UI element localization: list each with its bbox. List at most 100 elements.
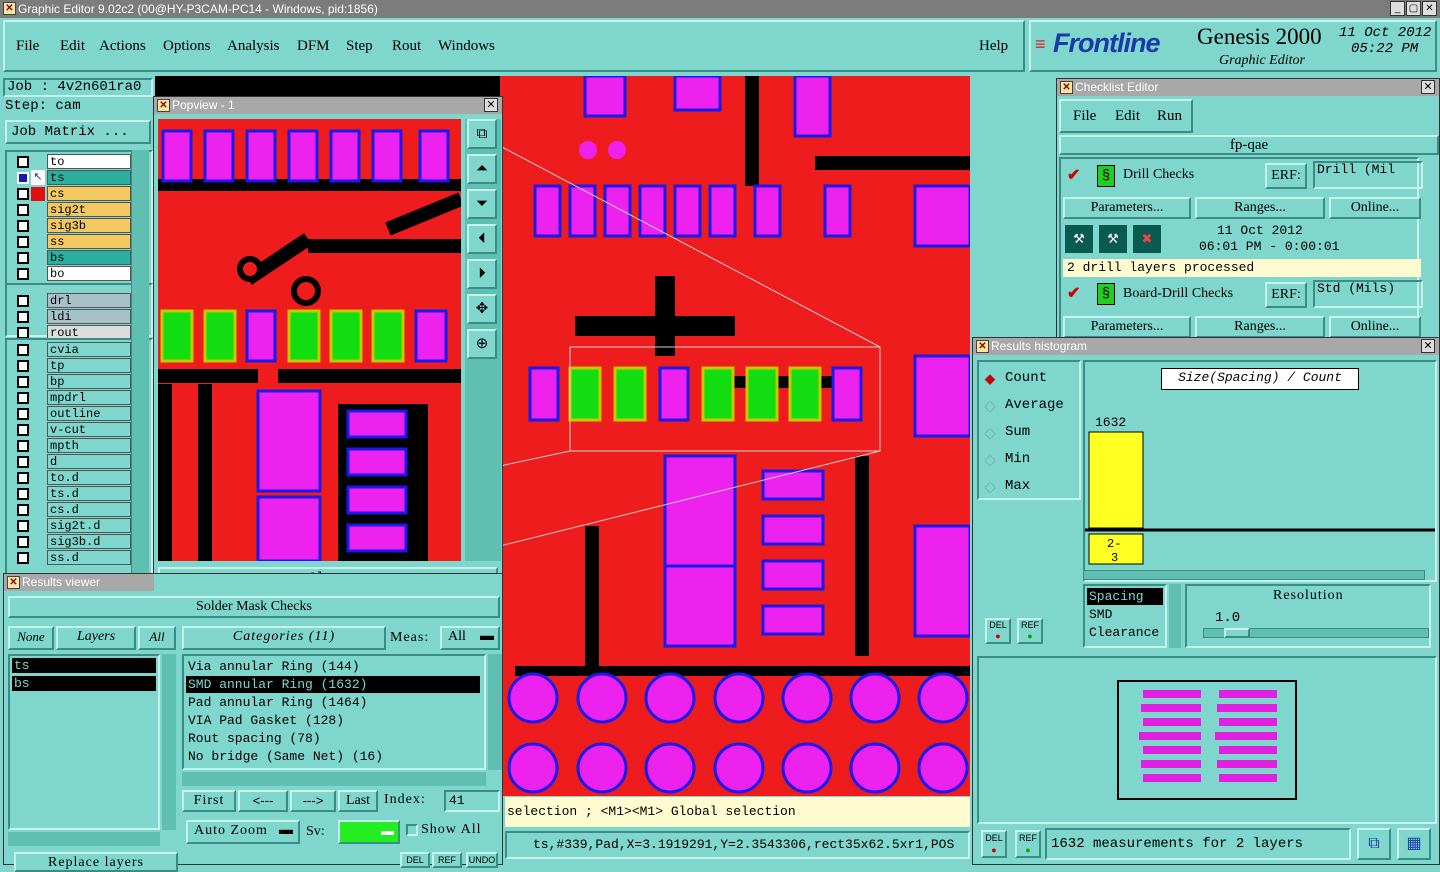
popview-close-icon[interactable]: ✕ (484, 98, 498, 112)
mode-min-radio[interactable]: ◆ Min (983, 449, 1079, 471)
layer-checkbox[interactable] (17, 252, 29, 264)
erf-value[interactable]: Std (Mils) (1313, 280, 1423, 308)
histogram-type-item[interactable]: SMD (1087, 606, 1163, 623)
layer-row-bp[interactable]: bp (15, 374, 131, 390)
erf-button[interactable]: ERF: (1265, 282, 1307, 308)
layer-checkbox[interactable] (17, 552, 29, 564)
overview-del-button[interactable]: DEL ● (981, 830, 1007, 858)
layer-row-bo[interactable]: bo (15, 266, 131, 282)
layer-row-sig3b[interactable]: sig3b (15, 218, 131, 234)
layer-checkbox[interactable] (17, 408, 29, 420)
minimize-button[interactable]: _ (1390, 1, 1405, 16)
check-mark-icon[interactable]: ✔ (1067, 283, 1080, 303)
menu-options[interactable]: Options (163, 38, 211, 55)
layer-name[interactable]: mpdrl (47, 390, 131, 405)
layer-name[interactable]: cs (47, 186, 131, 201)
layer-row-sig3b.d[interactable]: sig3b.d (15, 534, 131, 550)
layer-name[interactable]: d (47, 454, 131, 469)
histogram-type-item[interactable]: Spacing (1087, 588, 1163, 605)
layer-checkbox[interactable] (17, 424, 29, 436)
layer-checkbox[interactable] (17, 376, 29, 388)
histogram-export-icon[interactable]: ▦ (1397, 828, 1431, 860)
layer-name[interactable]: v-cut (47, 422, 131, 437)
layer-row-to[interactable]: to (15, 154, 131, 170)
menu-help[interactable]: Help (979, 38, 1008, 55)
layers-button[interactable]: Layers (56, 626, 136, 650)
ranges-button[interactable]: Ranges... (1195, 197, 1325, 219)
layer-row-ss.d[interactable]: ss.d (15, 550, 131, 566)
layer-name[interactable]: ts (47, 170, 131, 185)
layer-row-sig2t.d[interactable]: sig2t.d (15, 518, 131, 534)
layer-checkbox[interactable] (17, 204, 29, 216)
layer-name[interactable]: to.d (47, 470, 131, 485)
parameters-button[interactable]: Parameters... (1063, 197, 1191, 219)
layer-row-mpth[interactable]: mpth (15, 438, 131, 454)
layer-checkbox[interactable] (17, 172, 29, 184)
layer-row-bs[interactable]: bs (15, 250, 131, 266)
layer-row-tp[interactable]: tp (15, 358, 131, 374)
layer-checkbox[interactable] (17, 536, 29, 548)
layer-row-outline[interactable]: outline (15, 406, 131, 422)
layer-list-hscrollbar[interactable] (8, 832, 160, 846)
prev-button[interactable]: <--- (238, 790, 288, 812)
mode-sum-radio[interactable]: ◆ Sum (983, 422, 1079, 444)
layer-name[interactable]: sig2t (47, 202, 131, 217)
type-list-scrollbar[interactable] (1169, 584, 1181, 648)
layer-row-v-cut[interactable]: v-cut (15, 422, 131, 438)
layer-name[interactable]: bs (47, 250, 131, 265)
pan-down-icon[interactable]: ⏷ (467, 189, 497, 219)
overview-ref-button[interactable]: REF ● (1015, 830, 1041, 858)
pan-up-icon[interactable]: ⏶ (467, 154, 497, 184)
show-all-checkbox[interactable] (406, 824, 418, 836)
layer-row-ldi[interactable]: ldi (15, 309, 131, 325)
layer-name[interactable]: sig2t.d (47, 518, 131, 533)
close-window-button[interactable]: ✕ (1422, 1, 1437, 16)
hist-del-button[interactable]: DEL ● (985, 618, 1011, 644)
result-layer-item[interactable]: bs (12, 676, 156, 691)
layer-checkbox[interactable] (17, 220, 29, 232)
categories-hscrollbar[interactable] (182, 772, 486, 786)
mode-count-radio[interactable]: ◆ Count (983, 368, 1079, 390)
checklist-close-icon[interactable]: ✕ (1421, 80, 1435, 94)
layer-checkbox[interactable] (17, 488, 29, 500)
layer-checkbox[interactable] (17, 392, 29, 404)
stop-icon[interactable]: ✖ (1133, 225, 1161, 253)
category-item[interactable]: Via annular Ring (144) (186, 658, 480, 675)
layer-name[interactable]: sig3b.d (47, 534, 131, 549)
layer-row-ts[interactable]: ts ↖ (15, 170, 131, 186)
check-mark-icon[interactable]: ✔ (1067, 165, 1080, 185)
layer-checkbox[interactable] (17, 360, 29, 372)
layer-row-ts.d[interactable]: ts.d (15, 486, 131, 502)
layer-name[interactable]: sig3b (47, 218, 131, 233)
result-layer-item[interactable]: ts (12, 658, 156, 673)
histogram-close-icon[interactable]: ✕ (1421, 339, 1435, 353)
mode-max-radio[interactable]: ◆ Max (983, 476, 1079, 498)
parameters-button[interactable]: Parameters... (1063, 316, 1191, 338)
layer-name[interactable]: mpth (47, 438, 131, 453)
layer-checkbox[interactable] (17, 440, 29, 452)
layer-name[interactable]: ss.d (47, 550, 131, 565)
layer-checkbox[interactable] (17, 504, 29, 516)
checklist-menu-edit[interactable]: Edit (1115, 108, 1140, 125)
categories-button[interactable]: Categories (11) (182, 626, 386, 650)
layer-row-to.d[interactable]: to.d (15, 470, 131, 486)
first-button[interactable]: First (182, 790, 236, 812)
layer-checkbox[interactable] (17, 456, 29, 468)
histogram-bar[interactable] (1088, 431, 1144, 529)
menu-analysis[interactable]: Analysis (227, 38, 280, 55)
menu-step[interactable]: Step (346, 38, 373, 55)
online-button[interactable]: Online... (1329, 197, 1421, 219)
menu-rout[interactable]: Rout (392, 38, 421, 55)
layer-checkbox[interactable] (17, 520, 29, 532)
layer-checkbox[interactable] (17, 344, 29, 356)
histogram-zoom-icon[interactable]: ⧉ (1357, 828, 1391, 860)
none-button[interactable]: None (8, 626, 54, 650)
category-item[interactable]: No bridge (Same Net) (16) (186, 748, 480, 765)
category-item[interactable]: VIA Pad Gasket (128) (186, 712, 480, 729)
layer-row-mpdrl[interactable]: mpdrl (15, 390, 131, 406)
undo-button[interactable]: UNDO (466, 852, 498, 868)
zoom-out-icon[interactable]: ⊕ (467, 329, 497, 359)
popview-canvas[interactable] (158, 119, 461, 561)
pan-left-icon[interactable]: ⏴ (467, 224, 497, 254)
layer-checkbox[interactable] (17, 295, 29, 307)
